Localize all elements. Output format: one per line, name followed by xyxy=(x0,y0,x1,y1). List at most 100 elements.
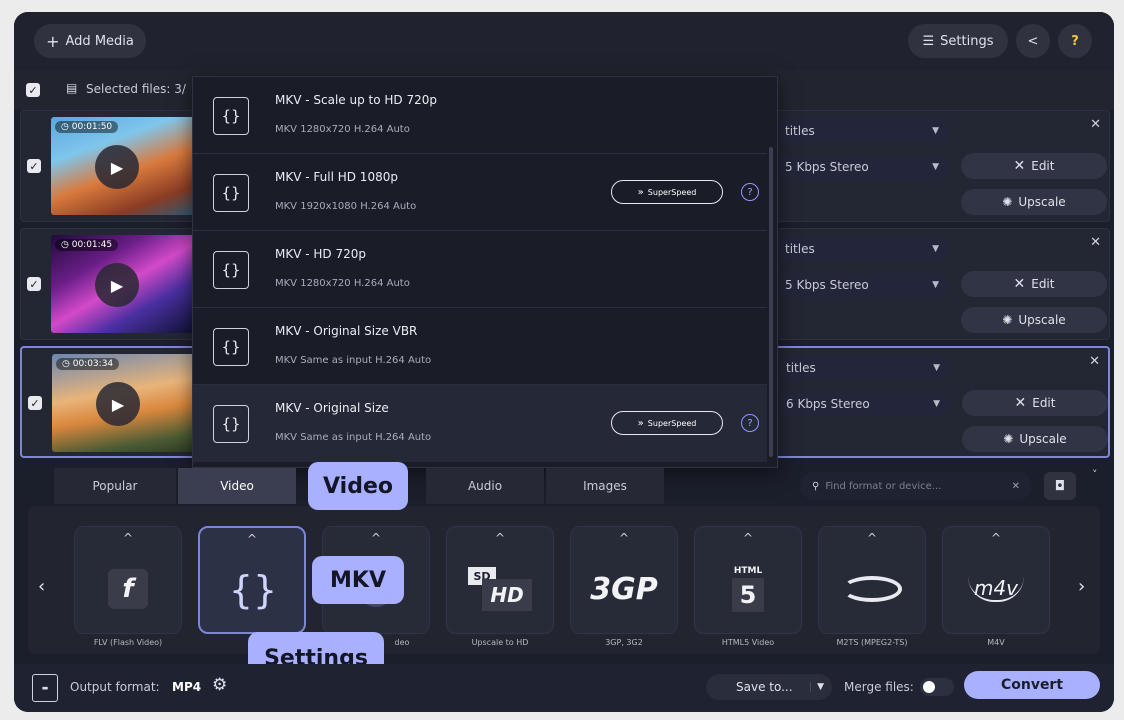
edit-button[interactable]: ✕ Edit xyxy=(961,271,1107,297)
search-placeholder: Find format or device... xyxy=(825,480,942,492)
callout-video: Video xyxy=(308,462,408,510)
output-format-value[interactable]: MP4 xyxy=(172,680,201,694)
duration-badge: ◷ 00:01:45 xyxy=(55,239,119,251)
format-name: 3GP, 3G2 xyxy=(605,638,643,647)
tab-audio[interactable]: Audio xyxy=(426,468,544,504)
preset-spec: MKV 1280x720 H.264 Auto xyxy=(275,124,410,135)
superspeed-badge: » SuperSpeed xyxy=(611,411,723,435)
mkv-icon: {} xyxy=(228,568,278,612)
format-card-flv[interactable]: ^ f xyxy=(74,526,182,634)
selected-files-label: Selected files: 3/ xyxy=(86,82,186,96)
audio-dropdown[interactable]: 5 Kbps Stereo ▼ xyxy=(777,155,949,179)
settings-button[interactable]: ☰ Settings xyxy=(908,24,1008,58)
ai-icon: ✺ xyxy=(1002,195,1013,209)
chevron-down-icon[interactable]: ▼ xyxy=(810,682,824,692)
superspeed-badge: » SuperSpeed xyxy=(611,180,723,204)
top-toolbar: + Add Media ☰ Settings < ? xyxy=(14,12,1114,70)
file-checkbox[interactable]: ✓ xyxy=(28,396,42,410)
subtitles-dropdown[interactable]: titles ▼ xyxy=(777,237,949,261)
format-card-upscale[interactable]: ^ SD HD xyxy=(446,526,554,634)
chevron-down-icon: ▼ xyxy=(932,244,939,254)
help-icon[interactable]: ? xyxy=(741,414,759,432)
caret-up-icon: ^ xyxy=(494,531,506,545)
chevron-down-icon: ▼ xyxy=(932,280,939,290)
merge-files-toggle[interactable] xyxy=(920,678,954,696)
format-card-m4v[interactable]: ^ m4v xyxy=(942,526,1050,634)
format-card-mkv[interactable]: ^ {} xyxy=(198,526,306,634)
format-card-html5[interactable]: ^ HTML 5 xyxy=(694,526,802,634)
popup-scrollbar[interactable] xyxy=(769,147,773,457)
remove-file-icon[interactable]: ✕ xyxy=(1090,235,1101,250)
play-icon[interactable]: ▶ xyxy=(95,145,139,189)
format-card-m2ts[interactable]: ^ xyxy=(818,526,926,634)
add-media-label: Add Media xyxy=(65,33,134,49)
file-checkbox[interactable]: ✓ xyxy=(27,159,41,173)
search-input[interactable]: ⚲ Find format or device... ✕ xyxy=(800,472,1032,500)
preset-row[interactable]: {} MKV - Original Size VBR MKV Same as i… xyxy=(193,308,767,385)
tab-video[interactable]: Video xyxy=(178,468,296,504)
tab-popular[interactable]: Popular xyxy=(54,468,176,504)
play-icon[interactable]: ▶ xyxy=(96,382,140,426)
superspeed-label: SuperSpeed xyxy=(647,418,697,428)
preset-row[interactable]: {} MKV - Scale up to HD 720p MKV 1280x72… xyxy=(193,77,767,154)
remove-file-icon[interactable]: ✕ xyxy=(1089,354,1100,369)
tab-label: Audio xyxy=(467,479,503,493)
preset-title: MKV - Original Size xyxy=(275,401,389,415)
help-label: ? xyxy=(1071,33,1079,49)
video-thumbnail[interactable]: ◷ 00:01:45 ▶ xyxy=(51,235,197,333)
edit-button[interactable]: ✕ Edit xyxy=(962,390,1108,416)
upscale-label: Upscale xyxy=(1019,432,1067,446)
sliders-icon: ☰ xyxy=(922,33,935,49)
preset-row[interactable]: {} MKV - Full HD 1080p MKV 1920x1080 H.2… xyxy=(193,154,767,231)
upscale-label: Upscale xyxy=(1018,313,1066,327)
format-card-3gp[interactable]: ^ 3GP xyxy=(570,526,678,634)
upscale-button[interactable]: ✺ Upscale xyxy=(961,189,1107,215)
preset-title: MKV - Full HD 1080p xyxy=(275,170,398,184)
app-window: + Add Media ☰ Settings < ? ✓ ▤ Selected … xyxy=(14,12,1114,712)
subtitles-value: titles xyxy=(785,124,815,138)
caret-up-icon: ^ xyxy=(370,531,382,545)
callout-label: MKV xyxy=(330,567,386,593)
upscale-button[interactable]: ✺ Upscale xyxy=(961,307,1107,333)
duration-badge: ◷ 00:01:50 xyxy=(55,121,119,133)
edit-button[interactable]: ✕ Edit xyxy=(961,153,1107,179)
share-button[interactable]: < xyxy=(1016,24,1050,58)
preset-row[interactable]: {} MKV - HD 720p MKV 1280x720 H.264 Auto xyxy=(193,231,767,308)
convert-button[interactable]: Convert xyxy=(964,671,1100,699)
video-thumbnail[interactable]: ◷ 00:01:50 ▶ xyxy=(51,117,197,215)
add-media-button[interactable]: + Add Media xyxy=(34,24,146,58)
mkv-preset-icon: {} xyxy=(213,251,249,289)
edit-label: Edit xyxy=(1032,396,1056,410)
format-gallery: ‹ › ^ f ^ {} ^ ^ SDHD ^ 3GP ^ HTML5 ^ xyxy=(28,506,1100,654)
chevron-down-icon: ▼ xyxy=(933,363,940,373)
upscale-button[interactable]: ✺ Upscale xyxy=(962,426,1108,452)
plus-icon: + xyxy=(46,31,60,51)
tab-images[interactable]: Images xyxy=(546,468,664,504)
help-button[interactable]: ? xyxy=(1058,24,1092,58)
select-all-checkbox[interactable]: ✓ xyxy=(26,83,40,97)
remove-file-icon[interactable]: ✕ xyxy=(1090,117,1101,132)
clear-icon[interactable]: ✕ xyxy=(1012,481,1020,492)
caret-up-icon: ^ xyxy=(742,531,754,545)
bluray-icon xyxy=(837,561,907,617)
collapse-icon[interactable]: ˅ xyxy=(1092,468,1098,481)
chevron-left-icon[interactable]: ‹ xyxy=(38,576,45,597)
subtitles-dropdown[interactable]: titles ▼ xyxy=(777,119,949,143)
preset-row-selected[interactable]: {} MKV - Original Size MKV Same as input… xyxy=(193,385,767,462)
detect-device-button[interactable]: ◘ xyxy=(1044,472,1076,500)
merge-files-label: Merge files: xyxy=(844,680,914,694)
save-to-button[interactable]: Save to... ▼ xyxy=(706,674,832,700)
file-checkbox[interactable]: ✓ xyxy=(27,277,41,291)
html5-icon: HTML 5 xyxy=(713,561,783,617)
mkv-preset-icon: {} xyxy=(213,405,249,443)
play-icon[interactable]: ▶ xyxy=(95,263,139,307)
gear-icon[interactable]: ⚙ xyxy=(212,675,227,695)
chevron-right-icon[interactable]: › xyxy=(1078,576,1085,597)
format-name: HTML5 Video xyxy=(721,638,775,647)
help-icon[interactable]: ? xyxy=(741,183,759,201)
audio-dropdown[interactable]: 5 Kbps Stereo ▼ xyxy=(777,273,949,297)
subtitles-dropdown[interactable]: titles ▼ xyxy=(778,356,950,380)
video-thumbnail[interactable]: ◷ 00:03:34 ▶ xyxy=(52,354,198,452)
audio-dropdown[interactable]: 6 Kbps Stereo ▼ xyxy=(778,392,950,416)
chevron-down-icon: ▼ xyxy=(932,162,939,172)
